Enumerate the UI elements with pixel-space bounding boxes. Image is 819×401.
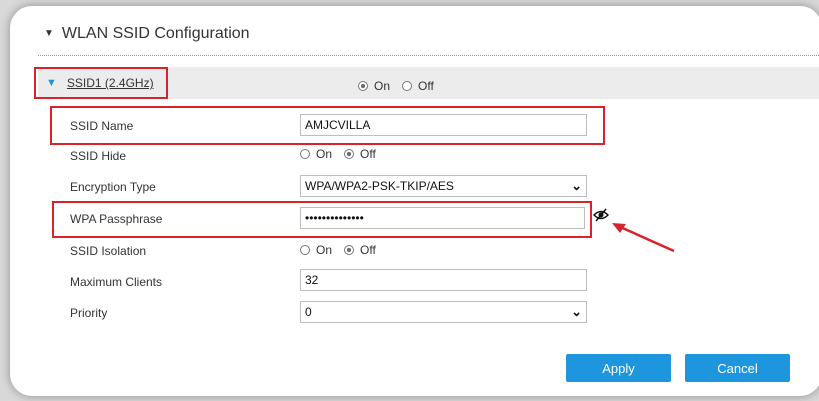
ssid-hide-on-label: On — [316, 147, 333, 161]
encryption-value: WPA/WPA2-PSK-TKIP/AES — [305, 179, 454, 193]
ssid-on-label: On — [374, 79, 391, 93]
isolation-label: SSID Isolation — [70, 244, 147, 258]
ssid-name-input[interactable]: AMJCVILLA — [300, 114, 587, 136]
isolation-on-radio[interactable] — [300, 245, 310, 255]
ssid-hide-label: SSID Hide — [70, 149, 127, 163]
ssid-hide-off-radio[interactable] — [344, 149, 355, 159]
max-clients-input[interactable]: 32 — [300, 269, 587, 291]
section-title: WLAN SSID Configuration — [61, 25, 250, 42]
priority-select[interactable]: 0 ⌄ — [300, 301, 587, 323]
chevron-down-icon: ⌄ — [571, 304, 582, 319]
ssid-header[interactable]: ▼ SSID1 (2.4GHz) — [34, 67, 168, 99]
ssid-status-radio: On Off — [358, 79, 434, 93]
encryption-label: Encryption Type — [70, 180, 156, 194]
triangle-down-icon: ▼ — [44, 28, 54, 39]
chevron-down-icon: ⌄ — [571, 178, 582, 193]
ssid-hide-off-label: Off — [360, 147, 376, 161]
ssid-header-link[interactable]: SSID1 (2.4GHz) — [67, 76, 154, 90]
passphrase-label: WPA Passphrase — [70, 212, 163, 226]
ssid-hide-on-radio[interactable] — [300, 149, 310, 159]
section-header[interactable]: ▼ WLAN SSID Configuration — [44, 25, 250, 43]
isolation-radio: On Off — [300, 243, 376, 257]
ssid-name-label: SSID Name — [70, 119, 134, 133]
ssid-off-radio[interactable] — [402, 81, 413, 91]
eye-slash-icon[interactable] — [592, 207, 610, 226]
divider — [38, 55, 819, 56]
encryption-select[interactable]: WPA/WPA2-PSK-TKIP/AES ⌄ — [300, 175, 587, 197]
ssid-on-radio[interactable] — [358, 81, 368, 91]
passphrase-input[interactable]: •••••••••••••• — [300, 207, 585, 229]
priority-value: 0 — [305, 305, 312, 319]
apply-button[interactable]: Apply — [566, 354, 671, 382]
triangle-down-icon: ▼ — [46, 77, 57, 89]
isolation-off-label: Off — [360, 243, 376, 257]
isolation-off-radio[interactable] — [344, 245, 355, 255]
cancel-button[interactable]: Cancel — [685, 354, 790, 382]
annotation-arrow — [612, 223, 675, 253]
ssid-hide-radio: On Off — [300, 147, 376, 161]
priority-label: Priority — [70, 306, 108, 320]
isolation-on-label: On — [316, 243, 333, 257]
max-clients-label: Maximum Clients — [70, 275, 163, 289]
ssid-off-label: Off — [418, 79, 434, 93]
